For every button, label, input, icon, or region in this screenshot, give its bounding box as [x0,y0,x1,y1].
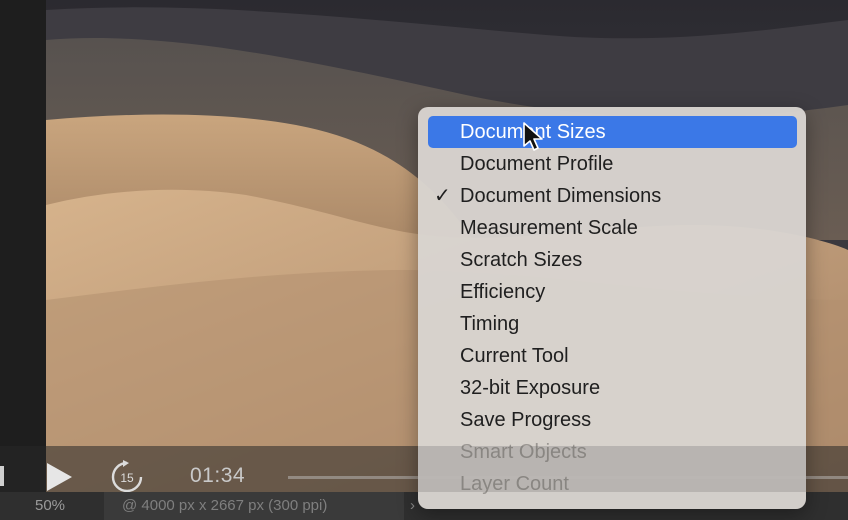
cursor-icon [523,122,543,151]
menu-item-label: 32-bit Exposure [460,377,601,399]
menu-item-timing[interactable]: Timing [428,308,797,340]
left-gutter [0,0,46,520]
elapsed-time: 01:34 [190,464,246,487]
menu-item-current-tool[interactable]: Current Tool [428,340,797,372]
zoom-level-field[interactable]: 50% [0,492,100,520]
menu-item-label: Timing [460,313,520,335]
menu-item-document-sizes[interactable]: Document Sizes [428,116,797,148]
menu-item-label: Current Tool [460,345,569,367]
menu-item-scratch-sizes[interactable]: Scratch Sizes [428,244,797,276]
menu-item-label: Document Profile [460,153,614,175]
menu-item-document-profile[interactable]: Document Profile [428,148,797,180]
play-icon[interactable] [44,462,74,492]
pause-edge-icon[interactable] [0,466,8,486]
skip-forward-15-icon[interactable]: 15 [109,459,145,495]
video-overlay-shade [418,446,806,492]
menu-item-label: Scratch Sizes [460,249,583,271]
checkmark-icon: ✓ [434,185,451,207]
menu-item-label: Document Dimensions [460,185,662,207]
menu-item-document-dimensions[interactable]: ✓ Document Dimensions [428,180,797,212]
menu-item-label: Save Progress [460,409,592,431]
status-info-menu: Document Sizes Document Profile ✓ Documen… [418,107,806,509]
menu-item-32-bit-exposure[interactable]: 32-bit Exposure [428,372,797,404]
menu-item-efficiency[interactable]: Efficiency [428,276,797,308]
menu-item-label: Efficiency [460,281,546,303]
skip-seconds-label: 15 [120,471,134,485]
menu-item-label: Measurement Scale [460,217,638,239]
menu-item-save-progress[interactable]: Save Progress [428,404,797,436]
menu-item-measurement-scale[interactable]: Measurement Scale [428,212,797,244]
document-info-field[interactable]: @ 4000 px x 2667 px (300 ppi) [104,492,404,520]
status-menu-arrow[interactable]: › [410,492,415,520]
